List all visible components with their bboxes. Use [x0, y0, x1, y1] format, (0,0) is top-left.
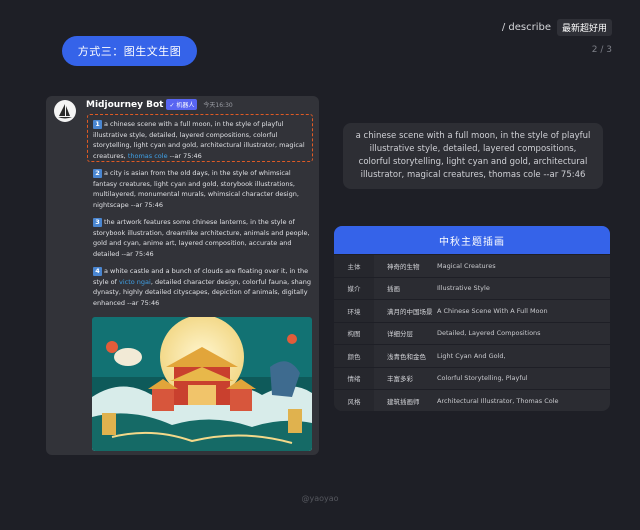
description-result-box: a chinese scene with a full moon, in the… — [343, 123, 603, 189]
row-cn: 浅青色和金色 — [387, 352, 426, 361]
row-en: Colorful Storytelling, Playful — [437, 374, 528, 383]
theme-table: 中秋主题插画 主体 神奇的生物 Magical Creatures 媒介 插画 … — [334, 226, 610, 411]
prompt-number: 4 — [93, 267, 102, 276]
table-row: 媒介 插画 Illustrative Style — [334, 276, 610, 299]
row-en: Architectural Illustrator, Thomas Cole — [437, 396, 559, 405]
row-cn: 神奇的生物 — [387, 262, 420, 271]
table-row: 主体 神奇的生物 Magical Creatures — [334, 254, 610, 277]
prompt-item: 2a city is asian from the old days, in t… — [93, 168, 313, 210]
row-en: Light Cyan And Gold, — [437, 351, 506, 360]
row-en: Illustrative Style — [437, 284, 490, 293]
prompt-text: a city is asian from the old days, in th… — [93, 169, 299, 209]
row-key: 媒介 — [334, 277, 374, 299]
prompt-item: 4a white castle and a bunch of clouds ar… — [93, 266, 313, 308]
sailboat-icon — [58, 104, 72, 119]
row-en: Detailed, Layered Compositions — [437, 329, 541, 338]
discord-message-panel: Midjourney Bot ✓ 机器人 今天16:30 1a chinese … — [46, 96, 319, 455]
prompt-link[interactable]: victo ngai — [119, 278, 151, 286]
row-key: 构图 — [334, 322, 374, 344]
mid-autumn-illustration — [92, 317, 312, 451]
prompt-number: 2 — [93, 169, 102, 178]
row-key: 环境 — [334, 300, 374, 322]
prompt-text-tail: --ar 75:46 — [167, 151, 202, 160]
prompt-number: 1 — [93, 120, 102, 129]
row-key: 主体 — [334, 255, 374, 277]
row-cn: 详细分层 — [387, 330, 413, 339]
page-indicator: 2 / 3 — [591, 45, 612, 55]
row-cn: 满月的中国场景 — [387, 307, 433, 316]
prompt-number: 3 — [93, 218, 102, 227]
row-cn: 丰富多彩 — [387, 375, 413, 384]
row-key: 颜色 — [334, 345, 374, 367]
table-title: 中秋主题插画 — [334, 226, 610, 254]
row-en: Magical Creatures — [437, 261, 496, 270]
row-cn: 插画 — [387, 285, 400, 294]
describe-command: / describe — [501, 22, 551, 33]
bot-badge: ✓ 机器人 — [166, 99, 198, 110]
generated-artwork-image[interactable] — [92, 317, 312, 451]
message-header: Midjourney Bot ✓ 机器人 今天16:30 — [86, 99, 233, 110]
row-cn: 建筑插画师 — [387, 397, 420, 406]
row-key: 风格 — [334, 390, 374, 411]
table-row: 构图 详细分层 Detailed, Layered Compositions — [334, 321, 610, 344]
prompt-link[interactable]: thomas cole — [128, 152, 168, 160]
table-row: 风格 建筑插画师 Architectural Illustrator, Thom… — [334, 389, 610, 411]
row-en: A Chinese Scene With A Full Moon — [437, 306, 548, 315]
row-key: 情绪 — [334, 367, 374, 389]
bot-name[interactable]: Midjourney Bot — [86, 100, 163, 110]
author-watermark: @yaoyao — [301, 494, 339, 503]
message-time: 今天16:30 — [203, 102, 233, 109]
command-header: / describe 最新超好用 — [502, 19, 612, 36]
description-text: a chinese scene with a full moon, in the… — [355, 131, 591, 180]
prompt-item: 3 the artwork features some chinese lante… — [93, 217, 313, 259]
bot-avatar[interactable] — [54, 100, 76, 122]
table-row: 情绪 丰富多彩 Colorful Storytelling, Playful — [334, 366, 610, 389]
table-row: 环境 满月的中国场景 A Chinese Scene With A Full M… — [334, 299, 610, 322]
method-pill: 方式三：图生文生图 — [62, 36, 197, 66]
table-row: 颜色 浅青色和金色 Light Cyan And Gold, — [334, 344, 610, 367]
new-badge: 最新超好用 — [556, 19, 612, 36]
prompt-item: 1a chinese scene with a full moon, in th… — [93, 119, 313, 161]
prompt-text: the artwork features some chinese lanter… — [93, 218, 310, 258]
